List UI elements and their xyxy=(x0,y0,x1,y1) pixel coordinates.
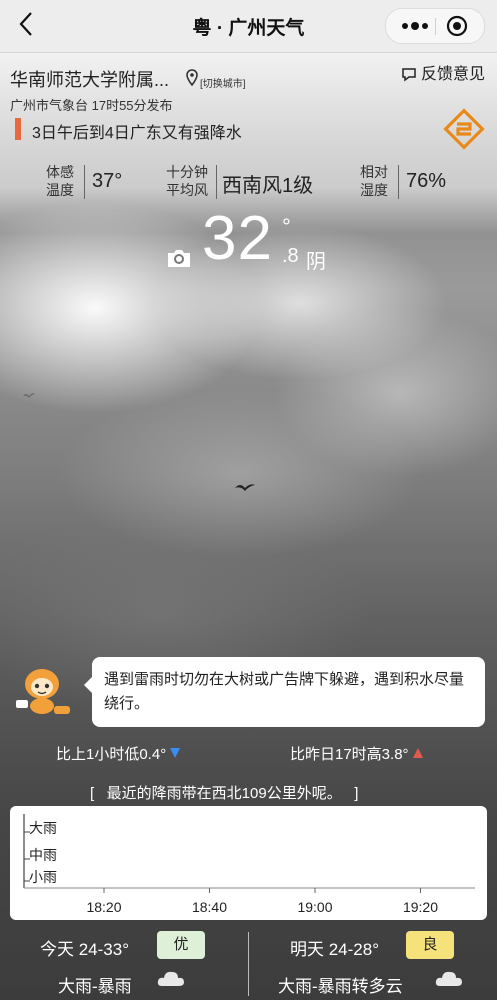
metric-divider xyxy=(84,165,85,199)
humidity-value: 76% xyxy=(406,170,447,192)
tomorrow-temp-range[interactable]: 明天 24-28° xyxy=(290,935,379,960)
today-temp-range[interactable]: 今天 24-33° xyxy=(40,935,129,960)
chart-y-level-label: 中雨 xyxy=(29,847,57,863)
warning-indicator xyxy=(15,118,21,140)
current-condition: 阴 xyxy=(306,251,326,273)
wind-value: 西南风1级 xyxy=(222,175,314,197)
precipitation-chart-svg: 大雨中雨小雨 18:20 18:40 19:00 19:20 xyxy=(23,814,475,915)
forecast-divider xyxy=(248,932,249,996)
chat-bubble-icon xyxy=(402,68,416,82)
location-name[interactable]: 华南师范大学附属... xyxy=(10,66,169,92)
arrow-down-icon xyxy=(170,748,181,758)
last-hour-text: 比上1小时低0.4° xyxy=(56,746,167,763)
last-hour-compare: 比上1小时低0.4° xyxy=(56,743,181,764)
meteorology-logo-icon xyxy=(443,108,485,150)
arrow-up-icon xyxy=(412,748,423,758)
weather-warning-text[interactable]: 3日午后到4日广东又有强降水 xyxy=(32,119,242,143)
switch-city-link[interactable]: [切换城市] xyxy=(200,75,246,90)
yesterday-text: 比昨日17时高3.8° xyxy=(290,746,409,763)
feedback-label: 反馈意见 xyxy=(420,66,485,83)
metric-divider xyxy=(216,165,217,199)
today-aqi-badge: 优 xyxy=(157,931,205,959)
cloud-icon xyxy=(156,966,186,988)
safety-tip-bubble: 遇到雷雨时切勿在大树或广告牌下躲避，遇到积水尽量绕行。 xyxy=(84,657,485,727)
bird-silhouette xyxy=(234,480,256,494)
metric-divider xyxy=(398,165,399,199)
chart-x-tick-label: 19:20 xyxy=(403,899,438,915)
precipitation-chart: 大雨中雨小雨 18:20 18:40 19:00 19:20 xyxy=(10,806,487,920)
publish-info: 广州市气象台 17时55分发布 xyxy=(10,98,173,113)
camera-icon[interactable] xyxy=(166,248,192,268)
chart-y-level-label: 小雨 xyxy=(29,869,57,885)
degree-symbol: ° xyxy=(282,214,291,239)
nav-bar: 粤 · 广州天气 xyxy=(0,0,497,53)
humidity-label: 相对 湿度 xyxy=(360,164,388,198)
location-pin-icon xyxy=(186,69,198,87)
mascot-icon[interactable] xyxy=(12,662,74,718)
wind-label: 十分钟 平均风 xyxy=(166,164,208,198)
cloud-icon xyxy=(434,966,464,988)
feels-like-label: 体感 温度 xyxy=(46,164,74,198)
more-dots-icon[interactable] xyxy=(400,18,430,34)
feels-like-value: 37° xyxy=(92,170,123,192)
mini-program-close-icon[interactable] xyxy=(446,15,468,37)
yesterday-compare: 比昨日17时高3.8° xyxy=(290,743,423,764)
rain-band-message: [ 最近的降雨带在西北109公里外呢。 ] xyxy=(90,785,359,802)
current-temperature: 32 xyxy=(202,204,273,273)
chart-x-tick-label: 18:40 xyxy=(192,899,227,915)
today-weather[interactable]: 大雨-暴雨 xyxy=(58,972,132,997)
chart-x-tick-label: 19:00 xyxy=(297,899,332,915)
bird-silhouette xyxy=(22,387,36,398)
tomorrow-weather[interactable]: 大雨-暴雨转多云 xyxy=(278,972,403,997)
current-temperature-decimal: .8 xyxy=(282,245,299,267)
chart-y-level-label: 大雨 xyxy=(29,820,57,836)
tomorrow-aqi-badge: 良 xyxy=(406,931,454,959)
chart-x-tick-label: 18:20 xyxy=(86,899,121,915)
mini-program-capsule xyxy=(385,8,485,44)
feedback-button[interactable]: 反馈意见 xyxy=(401,60,485,84)
capsule-divider xyxy=(435,18,436,35)
